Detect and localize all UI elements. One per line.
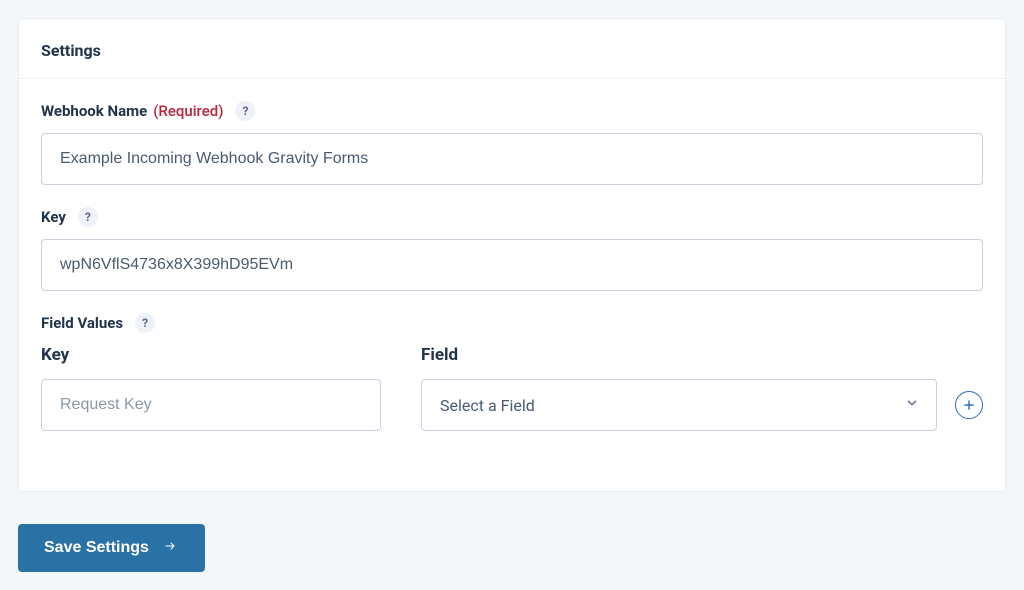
plus-icon: [962, 398, 976, 412]
settings-card: Settings Webhook Name (Required) ? Key ?…: [18, 18, 1006, 492]
request-key-input[interactable]: [41, 379, 381, 431]
field-values-label: Field Values: [41, 314, 123, 332]
save-button-label: Save Settings: [44, 539, 149, 557]
required-indicator: (Required): [153, 102, 223, 120]
add-row-button[interactable]: [955, 391, 983, 419]
key-column-heading: Key: [41, 345, 381, 365]
arrow-right-icon: [161, 539, 179, 557]
help-icon[interactable]: ?: [135, 313, 155, 333]
card-body: Webhook Name (Required) ? Key ? Field Va…: [19, 79, 1005, 491]
webhook-name-label: Webhook Name: [41, 102, 147, 120]
help-icon[interactable]: ?: [235, 101, 255, 121]
field-values-field-column: Field Select a Field: [421, 345, 983, 431]
card-header: Settings: [19, 19, 1005, 79]
save-settings-button[interactable]: Save Settings: [18, 524, 205, 572]
field-column-heading: Field: [421, 345, 937, 365]
key-input[interactable]: [41, 239, 983, 291]
key-field: Key ?: [41, 207, 983, 291]
webhook-name-input[interactable]: [41, 133, 983, 185]
field-values-key-column: Key: [41, 345, 381, 431]
field-values-section: Field Values ? Key Field Select a Field: [41, 313, 983, 431]
field-select-value: Select a Field: [440, 396, 535, 415]
field-select[interactable]: Select a Field: [421, 379, 937, 431]
field-values-label-line: Field Values ?: [41, 313, 983, 333]
card-title: Settings: [41, 41, 983, 60]
key-label: Key: [41, 208, 66, 226]
field-values-row: Key Field Select a Field: [41, 345, 983, 431]
webhook-name-field: Webhook Name (Required) ?: [41, 101, 983, 185]
webhook-name-label-line: Webhook Name (Required) ?: [41, 101, 983, 121]
help-icon[interactable]: ?: [78, 207, 98, 227]
key-label-line: Key ?: [41, 207, 983, 227]
